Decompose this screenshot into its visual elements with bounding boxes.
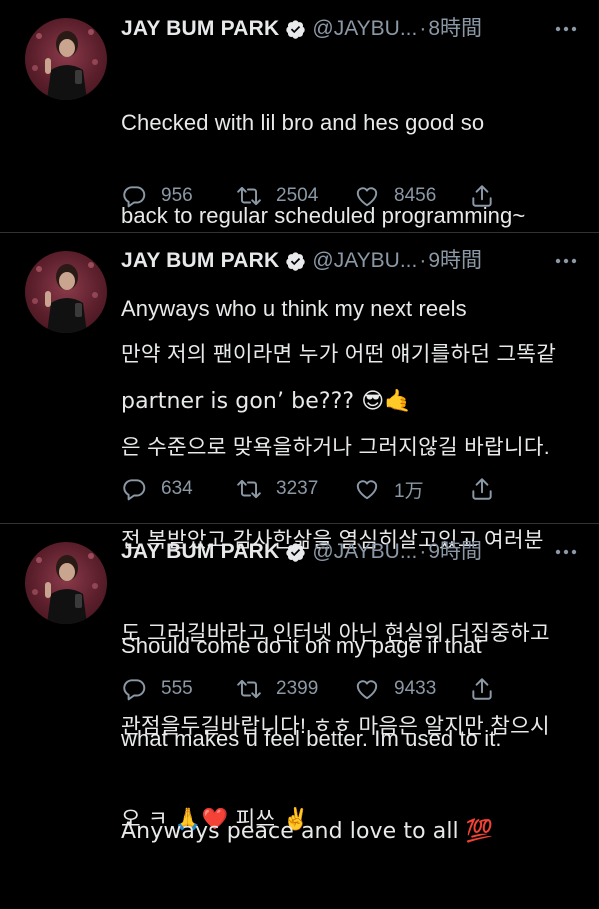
retweet-count: 2504 bbox=[276, 185, 319, 206]
tweet-header: JAY BUM PARK @JAYBU... · 8時間 bbox=[121, 14, 581, 44]
tweet-actions: 956 2504 8456 bbox=[121, 181, 501, 211]
handle[interactable]: @JAYBU... bbox=[312, 537, 417, 567]
share-icon bbox=[472, 678, 492, 700]
more-icon[interactable] bbox=[551, 14, 581, 44]
tweet-text: Should come do it on my page if that wha… bbox=[121, 568, 585, 909]
retweet-button[interactable]: 2399 bbox=[236, 674, 318, 704]
separator: · bbox=[419, 17, 427, 40]
display-name[interactable]: JAY BUM PARK bbox=[121, 14, 279, 44]
share-icon bbox=[472, 185, 492, 207]
verified-badge-icon bbox=[286, 19, 306, 39]
verified-badge-icon bbox=[286, 251, 306, 271]
like-count: 9433 bbox=[394, 678, 437, 699]
retweet-button[interactable]: 3237 bbox=[236, 474, 318, 504]
avatar[interactable] bbox=[25, 542, 107, 624]
avatar-image bbox=[32, 29, 98, 100]
reply-button[interactable]: 634 bbox=[121, 474, 193, 504]
like-button[interactable]: 9433 bbox=[354, 674, 436, 704]
reply-count: 634 bbox=[161, 478, 193, 499]
avatar-image bbox=[32, 553, 98, 624]
tweet-line: 만약 저의 팬이라면 누가 어떤 얘기를하던 그똑같 bbox=[121, 342, 557, 366]
avatar-image bbox=[32, 262, 98, 333]
tweet-3[interactable]: JAY BUM PARK @JAYBU... · 9時間 Should come… bbox=[0, 524, 599, 844]
reply-button[interactable]: 555 bbox=[121, 674, 193, 704]
reply-icon bbox=[123, 186, 146, 208]
tweet-line: 은 수준으로 맞욕을하거나 그러지않길 바랍니다. bbox=[121, 435, 550, 459]
reply-icon bbox=[123, 479, 146, 501]
separator: · bbox=[419, 540, 427, 563]
like-count: 8456 bbox=[394, 185, 437, 206]
retweet-button[interactable]: 2504 bbox=[236, 181, 318, 211]
share-icon bbox=[472, 478, 492, 500]
tweet-2[interactable]: JAY BUM PARK @JAYBU... · 9時間 만약 저의 팬이라면 … bbox=[0, 233, 599, 832]
like-button[interactable]: 1万 bbox=[354, 474, 424, 504]
reply-count: 956 bbox=[161, 185, 193, 206]
share-button[interactable] bbox=[469, 674, 509, 704]
tweet-line: Anyways peace and love to all 💯 bbox=[121, 819, 494, 844]
avatar[interactable] bbox=[25, 18, 107, 100]
display-name[interactable]: JAY BUM PARK bbox=[121, 537, 279, 567]
tweet-actions: 634 3237 1万 bbox=[121, 474, 501, 504]
handle[interactable]: @JAYBU... bbox=[312, 246, 417, 276]
tweet-header: JAY BUM PARK @JAYBU... · 9時間 bbox=[121, 246, 581, 276]
reply-button[interactable]: 956 bbox=[121, 181, 193, 211]
retweet-icon bbox=[237, 186, 261, 206]
reply-icon bbox=[123, 679, 146, 701]
tweet-header: JAY BUM PARK @JAYBU... · 9時間 bbox=[121, 537, 581, 567]
tweet-line: what makes u feel better. Im used to it. bbox=[121, 726, 502, 751]
retweet-icon bbox=[237, 679, 261, 699]
share-button[interactable] bbox=[469, 181, 509, 211]
like-icon bbox=[356, 187, 378, 207]
like-icon bbox=[356, 480, 378, 500]
tweet-actions: 555 2399 9433 bbox=[121, 674, 501, 704]
more-icon[interactable] bbox=[551, 537, 581, 567]
timestamp[interactable]: 9時間 bbox=[428, 537, 482, 567]
tweet-1[interactable]: JAY BUM PARK @JAYBU... · 8時間 Checked wit… bbox=[0, 0, 599, 414]
like-button[interactable]: 8456 bbox=[354, 181, 436, 211]
verified-badge-icon bbox=[286, 542, 306, 562]
like-count: 1万 bbox=[394, 480, 424, 502]
retweet-count: 2399 bbox=[276, 678, 319, 699]
retweet-icon bbox=[237, 479, 261, 499]
timestamp[interactable]: 9時間 bbox=[428, 246, 482, 276]
share-button[interactable] bbox=[469, 474, 509, 504]
handle[interactable]: @JAYBU... bbox=[312, 14, 417, 44]
timestamp[interactable]: 8時間 bbox=[428, 14, 482, 44]
separator: · bbox=[419, 249, 427, 272]
tweet-line: Checked with lil bro and hes good so bbox=[121, 110, 485, 135]
like-icon bbox=[356, 680, 378, 700]
avatar[interactable] bbox=[25, 251, 107, 333]
tweet-line: Should come do it on my page if that bbox=[121, 633, 482, 658]
retweet-count: 3237 bbox=[276, 478, 319, 499]
display-name[interactable]: JAY BUM PARK bbox=[121, 246, 279, 276]
more-icon[interactable] bbox=[551, 246, 581, 276]
reply-count: 555 bbox=[161, 678, 193, 699]
